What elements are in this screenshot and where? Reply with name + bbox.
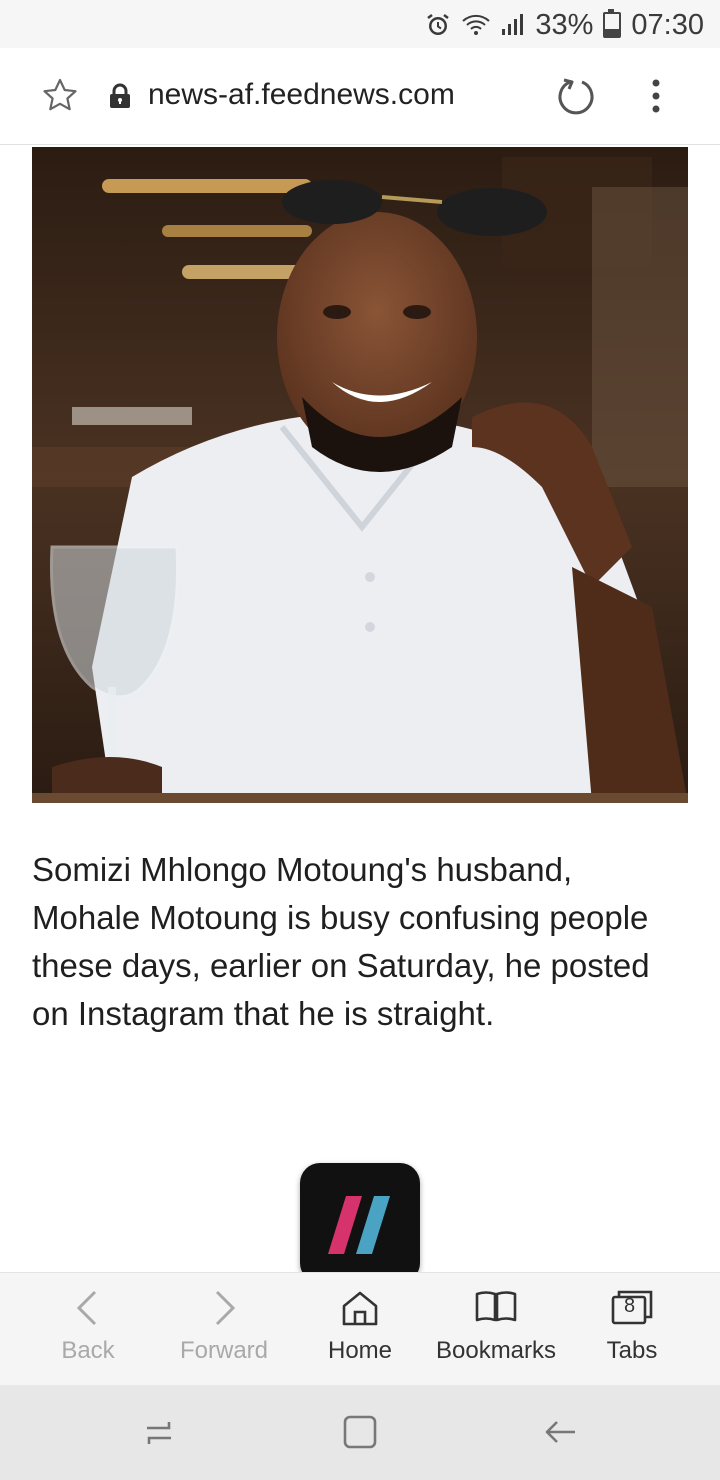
recent-apps-icon[interactable]	[134, 1407, 184, 1457]
home-button[interactable]: Home	[318, 1273, 402, 1386]
browser-bottom-nav: Back Forward Home Bookmarks 8 Tabs	[0, 1272, 720, 1386]
tabs-button[interactable]: 8 Tabs	[596, 1273, 668, 1386]
system-navigation-bar	[0, 1385, 720, 1480]
tab-count: 8	[624, 1295, 636, 1317]
home-icon	[340, 1273, 380, 1343]
address-bar[interactable]: news-af.feednews.com	[148, 78, 455, 112]
battery-icon	[603, 9, 622, 38]
back-arrow-icon[interactable]	[536, 1407, 586, 1457]
back-label: Back	[61, 1337, 115, 1364]
more-menu-icon[interactable]	[640, 74, 672, 118]
clock: 07:30	[631, 8, 704, 41]
book-icon	[474, 1273, 518, 1343]
battery-percent: 33%	[535, 8, 594, 41]
status-bar: 33% 07:30	[0, 0, 720, 48]
bookmarks-label: Bookmarks	[435, 1337, 557, 1364]
signal-icon	[501, 13, 525, 37]
chevron-right-icon	[209, 1273, 239, 1343]
alarm-icon	[425, 12, 451, 38]
chevron-left-icon	[73, 1273, 103, 1343]
tabs-icon: 8	[610, 1273, 654, 1343]
article-photo	[32, 147, 688, 803]
bookmark-star-icon[interactable]	[40, 76, 80, 116]
battery-level	[605, 28, 620, 36]
reload-icon[interactable]	[554, 74, 598, 118]
lock-icon	[107, 83, 133, 109]
back-button[interactable]: Back	[44, 1273, 132, 1386]
forward-button[interactable]: Forward	[170, 1273, 278, 1386]
bookmarks-button[interactable]: Bookmarks	[436, 1273, 556, 1386]
article-body: Somizi Mhlongo Motoung's husband, Mohale…	[32, 851, 650, 1032]
forward-label: Forward	[179, 1337, 269, 1364]
home-square-icon[interactable]	[335, 1407, 385, 1457]
wifi-icon	[461, 12, 491, 38]
browser-toolbar: news-af.feednews.com	[0, 48, 720, 145]
home-label: Home	[327, 1337, 393, 1364]
app-shortcut-icon[interactable]	[300, 1163, 420, 1283]
